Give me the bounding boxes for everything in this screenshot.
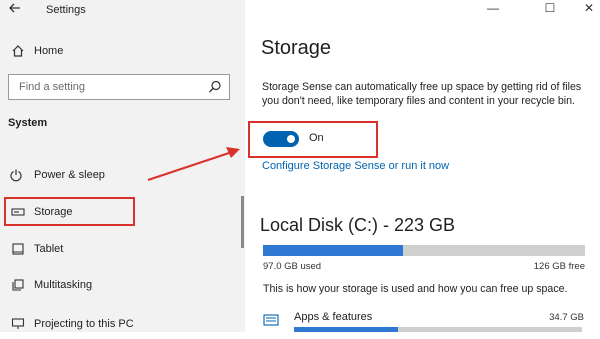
nav-item-label: Projecting to this PC bbox=[34, 318, 134, 330]
app-title: Settings bbox=[46, 4, 86, 16]
tablet-icon bbox=[10, 242, 26, 259]
disk-usage-fill bbox=[263, 245, 404, 256]
search-icon[interactable] bbox=[207, 79, 223, 95]
multitasking-icon bbox=[10, 278, 26, 295]
storage-highlight-box bbox=[4, 197, 135, 226]
projecting-icon bbox=[10, 317, 26, 334]
nav-item-projecting[interactable]: Projecting to this PC bbox=[0, 311, 240, 339]
power-icon bbox=[8, 168, 24, 185]
storage-sense-toggle[interactable] bbox=[263, 131, 299, 147]
storage-sense-description: Storage Sense can automatically free up … bbox=[262, 81, 582, 107]
home-icon bbox=[10, 44, 26, 61]
apps-icon bbox=[263, 314, 279, 328]
configure-storage-sense-link[interactable]: Configure Storage Sense or run it now bbox=[262, 160, 449, 172]
nav-home-label: Home bbox=[34, 45, 64, 57]
nav-item-label: Power & sleep bbox=[34, 169, 105, 181]
scrollbar-thumb[interactable] bbox=[241, 196, 244, 248]
category-usage-fill bbox=[294, 327, 398, 332]
disk-usage-bar bbox=[263, 245, 585, 256]
disk-free-label: 126 GB free bbox=[533, 261, 585, 272]
storage-info-text: This is how your storage is used and how… bbox=[263, 283, 568, 295]
nav-item-multitasking[interactable]: Multitasking bbox=[0, 272, 240, 300]
toggle-knob bbox=[287, 135, 295, 143]
search-input[interactable] bbox=[9, 75, 209, 99]
category-usage-bar bbox=[294, 327, 582, 332]
category-apps-features[interactable]: Apps & features bbox=[294, 311, 372, 323]
back-arrow-icon[interactable] bbox=[8, 1, 22, 18]
nav-item-label: Tablet bbox=[34, 243, 64, 255]
page-title: Storage bbox=[261, 37, 332, 59]
close-button[interactable]: ✕ bbox=[581, 1, 597, 15]
nav-home[interactable]: Home bbox=[0, 38, 240, 66]
minimize-button[interactable]: — bbox=[485, 1, 501, 15]
disk-used-label: 97.0 GB used bbox=[263, 261, 322, 272]
toggle-state-label: On bbox=[309, 132, 324, 144]
search-box[interactable] bbox=[8, 74, 230, 100]
section-title: System bbox=[8, 117, 48, 129]
maximize-button[interactable]: ☐ bbox=[542, 1, 558, 15]
nav-item-label: Multitasking bbox=[34, 279, 93, 291]
nav-item-tablet[interactable]: Tablet bbox=[0, 236, 240, 264]
disk-title: Local Disk (C:) - 223 GB bbox=[260, 215, 456, 235]
main-content: — ☐ ✕ Storage Storage Sense can automati… bbox=[245, 0, 600, 332]
annotation-arrow bbox=[147, 147, 240, 182]
category-size: 34.7 GB bbox=[549, 312, 584, 323]
